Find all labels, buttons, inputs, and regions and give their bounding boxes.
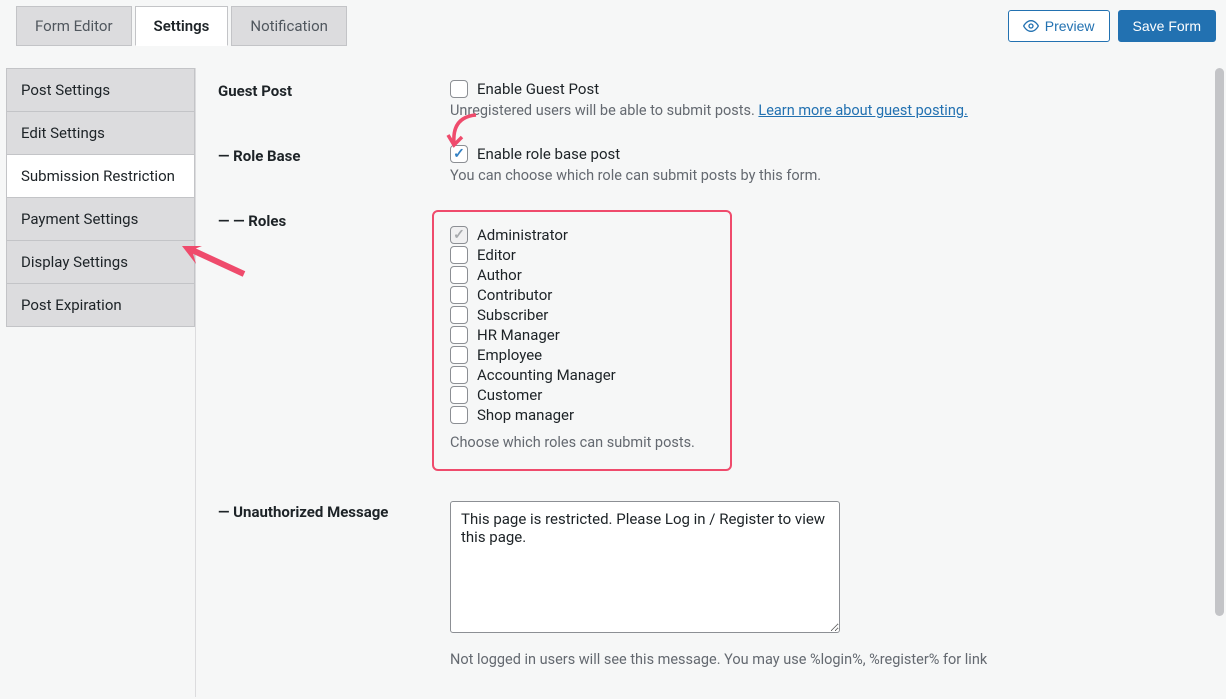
preview-button[interactable]: Preview: [1008, 10, 1110, 42]
row-role-base: — Role Base Enable role base post You ca…: [218, 145, 1198, 184]
roles-highlight-box: Administrator Editor Author Contributor …: [432, 210, 732, 471]
checkbox-icon: [450, 286, 468, 304]
row-roles: — — Roles Administrator Editor Author Co…: [218, 210, 1198, 471]
checkbox-icon: [450, 406, 468, 424]
sidebar-item-submission-restriction[interactable]: Submission Restriction: [6, 154, 195, 197]
cb-role-author[interactable]: Author: [450, 266, 714, 284]
cb-role-accounting-manager[interactable]: Accounting Manager: [450, 366, 714, 384]
top-actions: Preview Save Form: [1008, 10, 1216, 42]
sidebar: Post Settings Edit Settings Submission R…: [6, 68, 196, 697]
eye-icon: [1023, 18, 1039, 34]
checkbox-icon: [450, 145, 468, 163]
checkbox-icon: [450, 226, 468, 244]
checkbox-icon: [450, 306, 468, 324]
help-roles: Choose which roles can submit posts.: [450, 434, 714, 451]
checkbox-icon: [450, 386, 468, 404]
save-button[interactable]: Save Form: [1118, 10, 1216, 42]
checkbox-icon: [450, 366, 468, 384]
checkbox-icon: [450, 80, 468, 98]
sidebar-item-payment-settings[interactable]: Payment Settings: [6, 197, 195, 240]
label-guest-post: Guest Post: [218, 80, 450, 100]
tab-settings[interactable]: Settings: [135, 6, 229, 46]
tab-notification[interactable]: Notification: [231, 6, 347, 46]
cb-role-shop-manager[interactable]: Shop manager: [450, 406, 714, 424]
cb-enable-guest-post[interactable]: Enable Guest Post: [450, 80, 1198, 98]
cb-role-administrator[interactable]: Administrator: [450, 226, 714, 244]
main-content: Guest Post Enable Guest Post Unregistere…: [196, 68, 1220, 697]
cb-role-contributor[interactable]: Contributor: [450, 286, 714, 304]
cb-enable-role-base-label: Enable role base post: [477, 145, 620, 163]
cb-role-employee[interactable]: Employee: [450, 346, 714, 364]
checkbox-icon: [450, 346, 468, 364]
help-role-base: You can choose which role can submit pos…: [450, 167, 1198, 184]
link-learn-guest-posting[interactable]: Learn more about guest posting.: [758, 102, 967, 119]
label-role-base: — Role Base: [218, 145, 450, 165]
sidebar-item-post-settings[interactable]: Post Settings: [6, 68, 195, 111]
checkbox-icon: [450, 266, 468, 284]
checkbox-icon: [450, 246, 468, 264]
tab-form-editor[interactable]: Form Editor: [16, 6, 132, 46]
sidebar-item-display-settings[interactable]: Display Settings: [6, 240, 195, 283]
row-unauthorized: — Unauthorized Message Not logged in use…: [218, 501, 1198, 668]
scrollbar[interactable]: [1215, 68, 1224, 616]
help-unauthorized: Not logged in users will see this messag…: [450, 651, 1198, 668]
sidebar-item-post-expiration[interactable]: Post Expiration: [6, 283, 195, 327]
cb-enable-guest-post-label: Enable Guest Post: [477, 80, 599, 98]
help-guest-post: Unregistered users will be able to submi…: [450, 102, 1198, 119]
cb-enable-role-base[interactable]: Enable role base post: [450, 145, 1198, 163]
checkbox-icon: [450, 326, 468, 344]
top-tabs: Form Editor Settings Notification Previe…: [0, 0, 1226, 46]
preview-button-label: Preview: [1045, 18, 1095, 34]
label-roles: — — Roles: [218, 210, 450, 230]
cb-role-customer[interactable]: Customer: [450, 386, 714, 404]
cb-role-subscriber[interactable]: Subscriber: [450, 306, 714, 324]
row-guest-post: Guest Post Enable Guest Post Unregistere…: [218, 80, 1198, 119]
unauthorized-message-input[interactable]: [450, 501, 840, 633]
label-unauthorized: — Unauthorized Message: [218, 501, 450, 521]
sidebar-item-edit-settings[interactable]: Edit Settings: [6, 111, 195, 154]
cb-role-hr-manager[interactable]: HR Manager: [450, 326, 714, 344]
cb-role-editor[interactable]: Editor: [450, 246, 714, 264]
